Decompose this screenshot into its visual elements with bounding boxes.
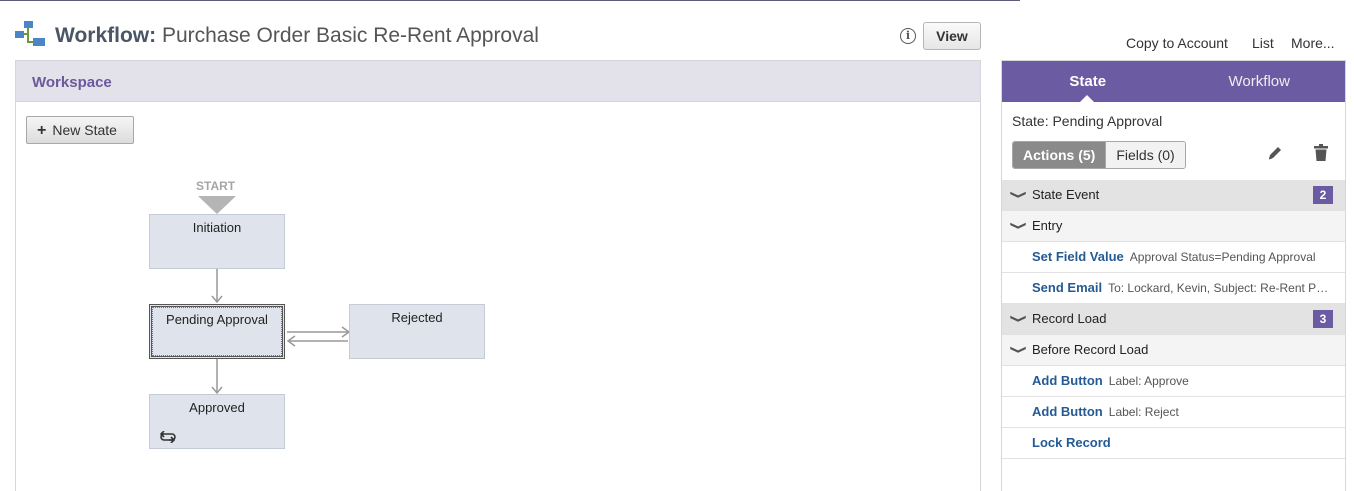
action-name[interactable]: Lock Record (1032, 435, 1111, 450)
action-detail: Label: Approve (1108, 374, 1189, 388)
page-title: Workflow: Purchase Order Basic Re-Rent A… (55, 24, 539, 48)
state-label: Approved (189, 400, 245, 415)
start-arrow-icon (198, 196, 236, 214)
selected-state-label: State: Pending Approval (1012, 113, 1163, 129)
subgroup-before-record-load[interactable]: ❯ Before Record Load (1002, 335, 1345, 366)
loop-icon (159, 431, 176, 443)
edit-pencil-icon[interactable] (1267, 145, 1283, 161)
copy-to-account-link[interactable]: Copy to Account (1126, 35, 1228, 51)
arrowhead-icon (286, 335, 296, 347)
list-link[interactable]: List (1252, 35, 1274, 51)
group-label: State Event (1032, 187, 1100, 202)
tab-workflow[interactable]: Workflow (1174, 61, 1346, 102)
action-name[interactable]: Add Button (1032, 404, 1103, 419)
plus-icon: + (37, 122, 47, 139)
info-icon[interactable]: i (900, 28, 916, 44)
action-row[interactable]: Add Button Label: Reject (1002, 397, 1345, 428)
count-badge: 3 (1313, 310, 1333, 328)
active-tab-indicator (1080, 95, 1094, 102)
action-detail: Label: Reject (1108, 405, 1179, 419)
action-name[interactable]: Add Button (1032, 373, 1103, 388)
view-button[interactable]: View (923, 22, 981, 50)
action-row[interactable]: Add Button Label: Approve (1002, 366, 1345, 397)
subgroup-label: Before Record Load (1032, 342, 1149, 357)
action-detail: To: Lockard, Kevin, Subject: Re-Rent Pu.… (1108, 281, 1331, 295)
panel-tabs: State Workflow (1002, 61, 1345, 102)
state-label: Initiation (192, 220, 242, 235)
subgroup-entry[interactable]: ❯ Entry (1002, 211, 1345, 242)
state-label: Pending Approval (166, 312, 268, 327)
action-name[interactable]: Set Field Value (1032, 249, 1124, 264)
action-row[interactable]: Send Email To: Lockard, Kevin, Subject: R… (1002, 273, 1345, 304)
actions-fields-toggle: Actions (5) Fields (0) (1012, 141, 1186, 169)
action-detail: Approval Status=Pending Approval (1129, 250, 1316, 264)
new-state-label: New State (52, 122, 117, 138)
workflow-icon (15, 21, 45, 46)
arrowhead-icon (341, 326, 351, 338)
state-pending-approval[interactable]: Pending Approval (149, 304, 285, 359)
page-title-name: Purchase Order Basic Re-Rent Approval (161, 24, 539, 47)
delete-trash-icon[interactable] (1314, 144, 1328, 161)
chevron-down-icon: ❯ (1009, 314, 1027, 324)
action-row[interactable]: Lock Record (1002, 428, 1345, 459)
chevron-down-icon: ❯ (1009, 190, 1027, 200)
workspace-title: Workspace (16, 61, 980, 102)
actions-segment[interactable]: Actions (5) (1013, 142, 1106, 168)
more-link[interactable]: More... (1291, 35, 1335, 51)
state-details-panel: State Workflow State: Pending Approval A… (1001, 60, 1346, 491)
action-row[interactable]: Set Field Value Approval Status=Pending A… (1002, 242, 1345, 273)
arrowhead-icon (211, 386, 223, 395)
state-initiation[interactable]: Initiation (149, 214, 285, 269)
chevron-down-icon: ❯ (1009, 221, 1027, 231)
group-state-event[interactable]: ❯ State Event 2 (1002, 180, 1345, 211)
action-name[interactable]: Send Email (1032, 280, 1102, 295)
new-state-button[interactable]: + New State (26, 116, 134, 144)
state-label: Rejected (391, 310, 443, 325)
workspace-panel: Workspace + New State START Initiation Pe… (15, 60, 981, 491)
count-badge: 2 (1313, 186, 1333, 204)
fields-segment[interactable]: Fields (0) (1105, 142, 1185, 168)
group-record-load[interactable]: ❯ Record Load 3 (1002, 304, 1345, 335)
state-rejected[interactable]: Rejected (349, 304, 485, 359)
actions-list: ❯ State Event 2 ❯ Entry Set Field Value App… (1002, 180, 1345, 459)
start-label: START (196, 179, 236, 193)
group-label: Record Load (1032, 311, 1107, 326)
arrowhead-icon (211, 295, 223, 304)
chevron-down-icon: ❯ (1009, 345, 1027, 355)
top-border (0, 0, 1020, 1)
page-title-prefix: Workflow: (55, 24, 157, 47)
state-approved[interactable]: Approved (149, 394, 285, 449)
